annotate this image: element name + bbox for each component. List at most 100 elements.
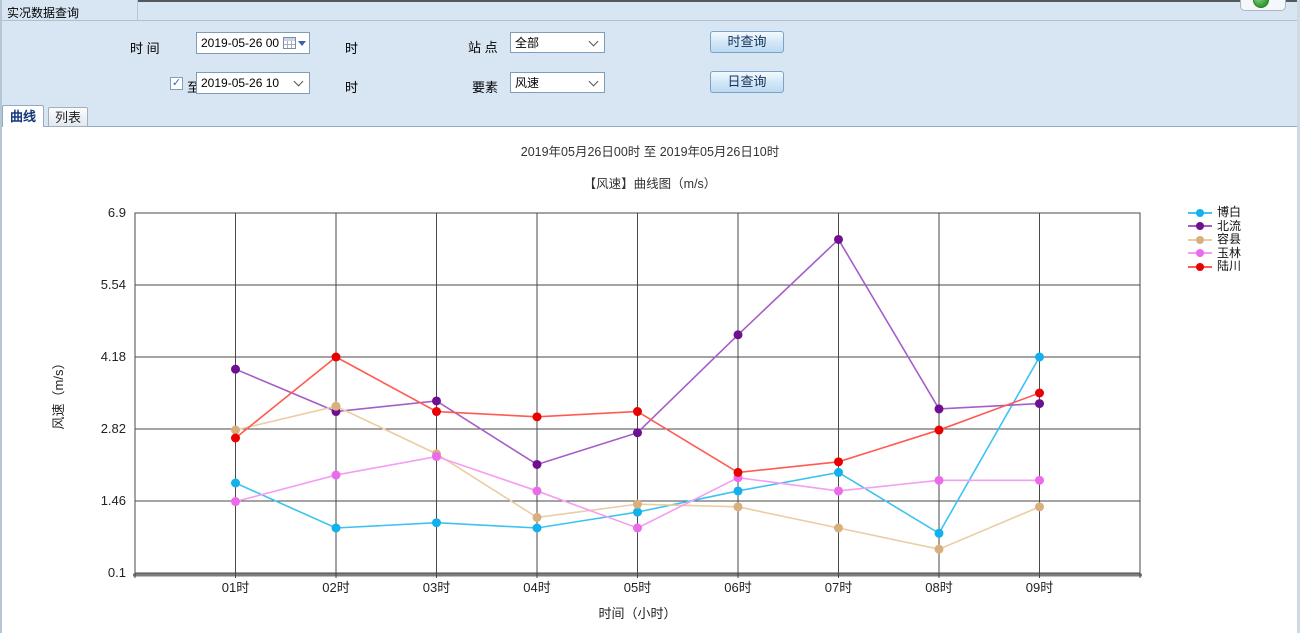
app-window: 实况数据查询 时 间 2019-05-26 00 时 站 点 全部 时查询 ✓ … [0, 0, 1300, 633]
chevron-down-icon [589, 76, 599, 86]
time-start-value: 2019-05-26 00 [201, 36, 283, 50]
data-point [734, 330, 743, 339]
data-point [834, 468, 843, 477]
axis-tick-label: 02时 [322, 580, 349, 595]
chevron-down-icon [294, 77, 304, 87]
data-point [332, 524, 341, 533]
dropdown-arrow-icon[interactable] [298, 41, 306, 46]
legend-item: 陆川 [1188, 260, 1241, 274]
legend-label: 陆川 [1217, 260, 1241, 273]
day-query-button[interactable]: 日查询 [710, 71, 784, 93]
data-point [734, 486, 743, 495]
data-point [432, 396, 441, 405]
data-point [432, 407, 441, 416]
time-end-input[interactable]: 2019-05-26 10 [196, 72, 310, 94]
axis-tick-label: 07时 [825, 580, 852, 595]
data-point [231, 434, 240, 443]
legend-label: 北流 [1217, 220, 1241, 233]
legend-marker-icon [1188, 239, 1212, 241]
data-point [633, 508, 642, 517]
data-point [533, 460, 542, 469]
data-point [332, 353, 341, 362]
data-point [332, 402, 341, 411]
legend-label: 玉林 [1217, 247, 1241, 260]
data-point [834, 457, 843, 466]
tab-list[interactable]: 列表 [48, 107, 88, 127]
data-point [332, 471, 341, 480]
x-axis-title: 时间（小时） [598, 606, 676, 621]
legend-label: 容县 [1217, 233, 1241, 246]
chart-legend: 博白北流容县玉林陆川 [1188, 206, 1241, 274]
window-top-border [138, 0, 1300, 2]
axis-tick-label: 06时 [724, 580, 751, 595]
window-left-border [0, 0, 2, 633]
tab-curve[interactable]: 曲线 [2, 105, 44, 127]
station-select[interactable]: 全部 [510, 32, 605, 53]
data-point [533, 412, 542, 421]
panel-header-tab: 实况数据查询 [0, 0, 138, 21]
time-end-value: 2019-05-26 10 [201, 76, 295, 90]
data-point [633, 407, 642, 416]
axis-tick-label: 01时 [222, 580, 249, 595]
data-point [533, 486, 542, 495]
legend-dot-icon [1196, 209, 1204, 217]
data-point [1035, 476, 1044, 485]
data-point [935, 529, 944, 538]
axis-tick-label: 5.54 [101, 277, 126, 292]
hour-suffix-2: 时 [345, 77, 358, 96]
data-point [1035, 399, 1044, 408]
calendar-icon [283, 37, 296, 49]
data-point [231, 426, 240, 435]
axis-tick-label: 6.9 [108, 205, 126, 220]
panel-title: 实况数据查询 [7, 4, 79, 21]
gridlines [135, 213, 1140, 573]
data-point [834, 486, 843, 495]
axis-tick-label: 4.18 [101, 349, 126, 364]
axis-tick-label: 2.82 [101, 421, 126, 436]
data-point [834, 524, 843, 533]
legend-marker-icon [1188, 212, 1212, 214]
element-select[interactable]: 风速 [510, 72, 605, 93]
data-point [734, 468, 743, 477]
legend-label: 博白 [1217, 206, 1241, 219]
hour-suffix-1: 时 [345, 38, 358, 57]
time-start-input[interactable]: 2019-05-26 00 [196, 32, 310, 54]
station-select-value: 全部 [515, 34, 590, 51]
hour-query-button[interactable]: 时查询 [710, 31, 784, 53]
data-point [432, 452, 441, 461]
data-point [633, 428, 642, 437]
data-point [1035, 353, 1044, 362]
legend-item: 容县 [1188, 233, 1241, 247]
data-point [935, 476, 944, 485]
chart-area: 0.11.462.824.185.546.901时02时03时04时05时06时… [0, 195, 1300, 633]
time-label: 时 间 [130, 38, 160, 57]
element-label: 要素 [472, 77, 498, 96]
axis-tick-label: 03时 [423, 580, 450, 595]
data-point [1035, 502, 1044, 511]
data-point [633, 524, 642, 533]
header-band [0, 0, 1300, 21]
legend-item: 北流 [1188, 220, 1241, 234]
data-point [935, 404, 944, 413]
chart-subtitle: 【风速】曲线图（m/s） [0, 173, 1300, 192]
data-point [935, 426, 944, 435]
to-checkbox[interactable]: ✓ [170, 77, 183, 90]
data-point [533, 524, 542, 533]
data-point [432, 518, 441, 527]
legend-dot-icon [1196, 249, 1204, 257]
legend-dot-icon [1196, 263, 1204, 271]
data-point [231, 479, 240, 488]
data-point [231, 497, 240, 506]
data-point [231, 365, 240, 374]
legend-dot-icon [1196, 222, 1204, 230]
axis-tick-label: 09时 [1026, 580, 1053, 595]
data-point [1035, 389, 1044, 398]
station-label: 站 点 [468, 37, 498, 56]
axis-tick-label: 04时 [523, 580, 550, 595]
legend-marker-icon [1188, 266, 1212, 268]
chevron-down-icon [589, 36, 599, 46]
element-select-value: 风速 [515, 74, 590, 91]
data-point [834, 235, 843, 244]
data-point [533, 513, 542, 522]
tab-strip: 曲线 列表 [0, 104, 1300, 127]
